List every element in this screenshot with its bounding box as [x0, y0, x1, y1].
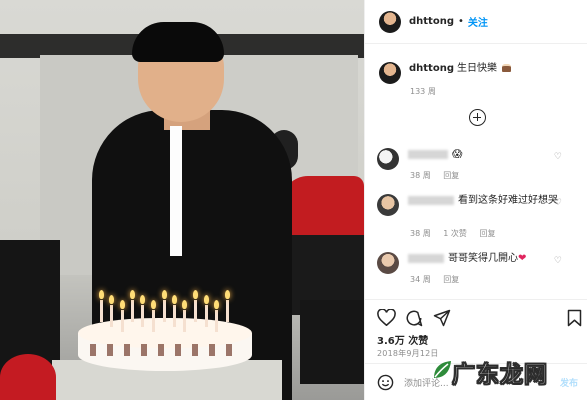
candle-flame: [204, 295, 209, 304]
post-actions: [377, 309, 582, 329]
post-photo[interactable]: [0, 0, 364, 400]
comment-like-heart-icon[interactable]: ♡: [554, 256, 562, 266]
photo-drum-kit: [300, 300, 364, 384]
watermark-text: 广东龙网: [452, 362, 548, 389]
follow-button[interactable]: 关注: [468, 14, 488, 29]
commenter-avatar[interactable]: [377, 252, 399, 274]
comment-meta: 34 周 回复: [410, 274, 469, 285]
candle: [152, 310, 155, 332]
comment-meta: 38 周 1 次赞 回复: [410, 228, 505, 239]
candle: [131, 300, 134, 322]
candle-flame: [162, 290, 167, 299]
watermark-logo-icon: [434, 361, 451, 378]
candle: [100, 300, 103, 322]
candle-flame: [120, 300, 125, 309]
comment-reply-button[interactable]: 回复: [479, 229, 495, 238]
candle-flame: [214, 300, 219, 309]
candle-flame: [182, 300, 187, 309]
load-more-comments-button[interactable]: [469, 109, 486, 126]
candle: [194, 300, 197, 322]
comment-heart-emoji: ❤: [518, 253, 527, 264]
commenter-username-blurred: [408, 149, 448, 159]
candle: [205, 305, 208, 327]
candle-flame: [140, 295, 145, 304]
candle: [215, 310, 218, 332]
caption-time: 133 周: [410, 87, 436, 96]
comment-likes[interactable]: 1 次赞: [443, 229, 467, 238]
photo-man-shirt: [170, 126, 182, 256]
commenter-username-blurred: [408, 195, 454, 205]
comment-meta: 38 周 回复: [410, 170, 469, 181]
caption-avatar[interactable]: [379, 62, 401, 84]
comment-body: 😱: [408, 148, 558, 161]
comment-icon[interactable]: [405, 309, 423, 327]
candle: [173, 305, 176, 327]
share-icon[interactable]: [433, 309, 451, 327]
photo-man-hair: [132, 22, 224, 62]
candle-flame: [225, 290, 230, 299]
author-avatar[interactable]: [379, 10, 401, 33]
comment-text: 哥哥笑得几開心: [448, 253, 518, 264]
candle: [141, 305, 144, 327]
photo-cake-decoration: [90, 344, 240, 356]
candle: [183, 310, 186, 332]
commenter-avatar[interactable]: [377, 194, 399, 216]
commenter-avatar[interactable]: [377, 148, 399, 170]
caption-text: 生日快樂: [457, 63, 497, 74]
comment-like-heart-icon[interactable]: ♡: [554, 152, 562, 162]
comment-time: 38 周: [410, 229, 431, 238]
post-header: dhttong • 关注: [365, 0, 587, 44]
comment-emoji: 😱: [452, 149, 463, 160]
caption-username[interactable]: dhttong: [409, 63, 454, 74]
cake-emoji-icon: [502, 64, 512, 72]
actions-divider: [365, 299, 587, 300]
candle-flame: [151, 300, 156, 309]
candle: [121, 310, 124, 332]
post-caption: dhttong 生日快樂: [379, 62, 512, 84]
candle: [163, 300, 166, 322]
candle: [110, 305, 113, 327]
candle-flame: [99, 290, 104, 299]
comment-item: 哥哥笑得几開心❤ ♡: [377, 252, 577, 274]
comment-reply-button[interactable]: 回复: [443, 171, 459, 180]
comment-time: 38 周: [410, 171, 431, 180]
post-side-panel: dhttong • 关注 dhttong 生日快樂 133 周 😱 ♡ 38 周 …: [364, 0, 587, 400]
comment-body: 哥哥笑得几開心❤: [408, 252, 558, 265]
comment-like-heart-icon[interactable]: ♡: [554, 198, 562, 208]
candle-flame: [130, 290, 135, 299]
author-username[interactable]: dhttong: [409, 16, 454, 27]
bookmark-icon[interactable]: [567, 309, 582, 327]
comment-time: 34 周: [410, 275, 431, 284]
candle-flame: [109, 295, 114, 304]
likes-count[interactable]: 3.6万 次赞: [377, 332, 428, 347]
comment-body: 看到这条好难过好想哭: [408, 194, 558, 207]
photo-red-bow: [0, 354, 56, 400]
comment-item: 😱 ♡: [377, 148, 577, 170]
comment-reply-button[interactable]: 回复: [443, 275, 459, 284]
emoji-icon[interactable]: [377, 374, 394, 391]
post-comment-button[interactable]: 发布: [560, 376, 578, 389]
comment-text: 看到这条好难过好想哭: [458, 195, 558, 206]
candle: [226, 300, 229, 322]
heart-icon[interactable]: [377, 309, 396, 326]
candle-flame: [172, 295, 177, 304]
commenter-username-blurred: [408, 253, 444, 263]
header-separator: •: [458, 16, 464, 27]
comment-item: 看到这条好难过好想哭 ♡: [377, 194, 577, 216]
candle-flame: [193, 290, 198, 299]
